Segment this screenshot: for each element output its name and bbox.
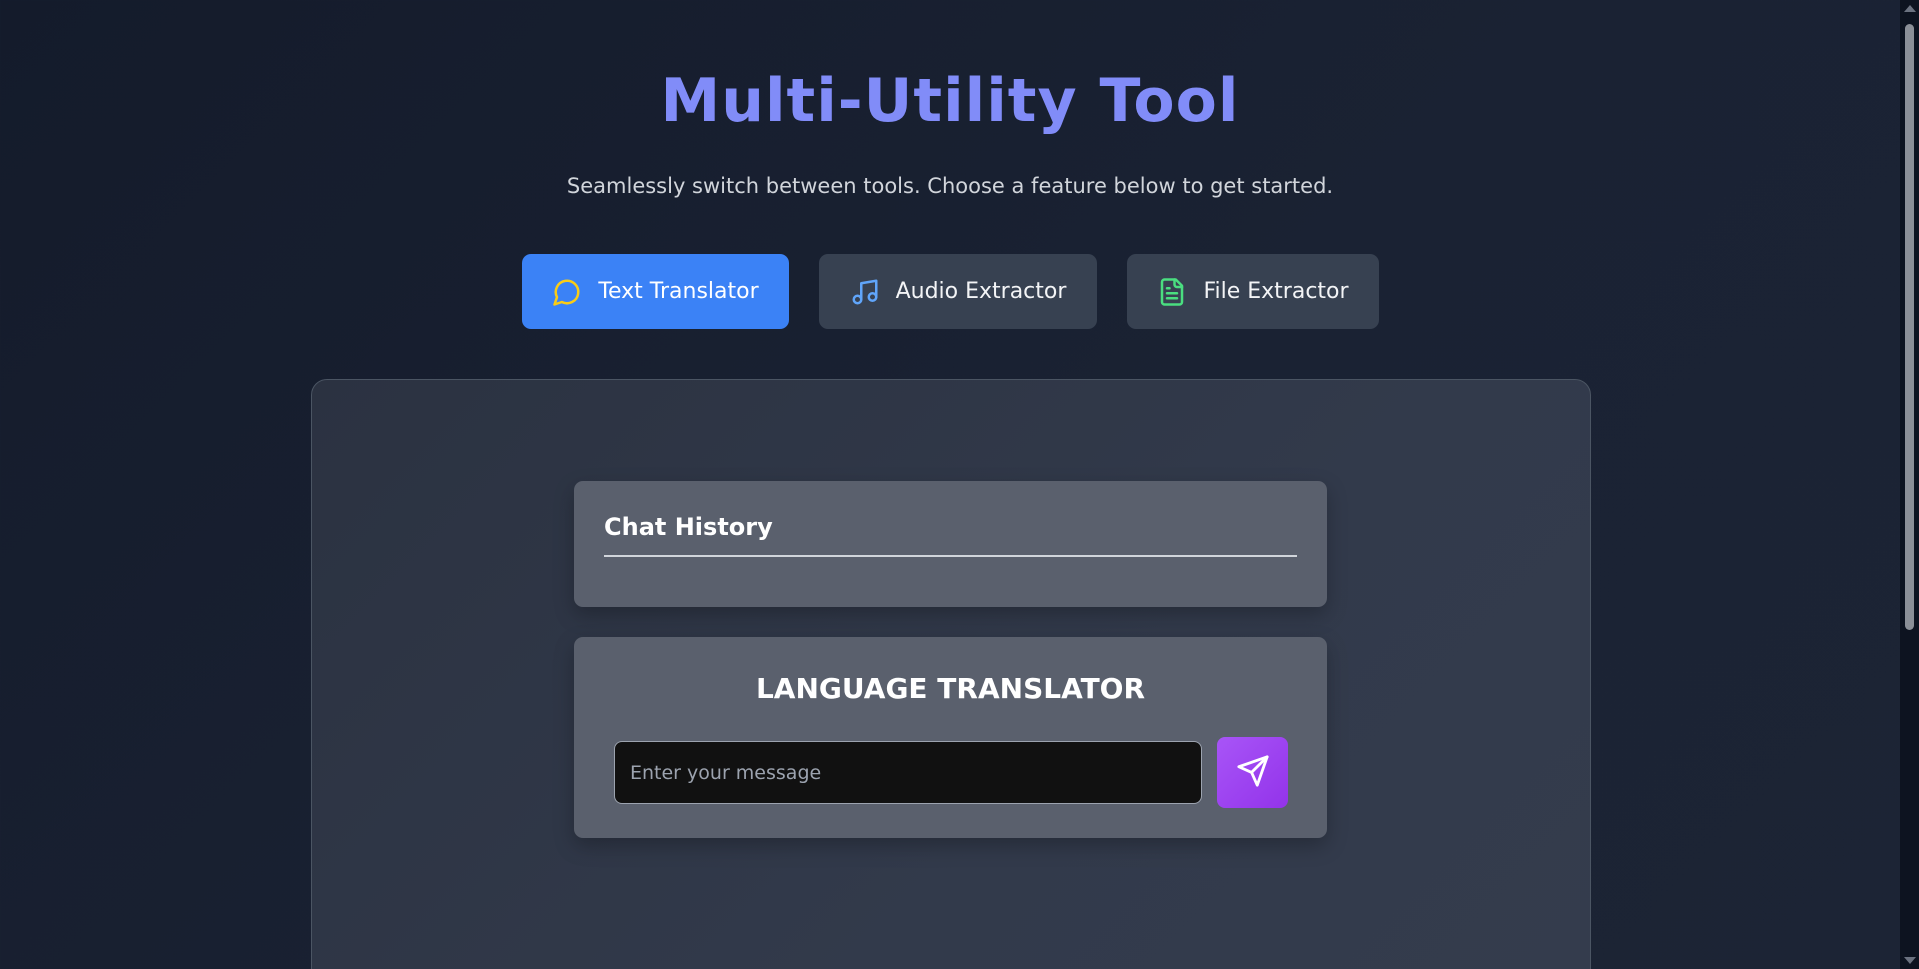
message-input[interactable] xyxy=(614,741,1202,804)
tool-tabs: Text Translator Audio Extractor File Ext… xyxy=(0,254,1900,329)
tab-label: Audio Extractor xyxy=(895,279,1067,304)
chat-history-title: Chat History xyxy=(604,513,773,541)
app-page: Multi-Utility Tool Seamlessly switch bet… xyxy=(0,0,1900,969)
scrollbar-thumb[interactable] xyxy=(1905,24,1914,630)
send-icon xyxy=(1236,754,1270,792)
translator-card: LANGUAGE TRANSLATOR xyxy=(574,637,1327,838)
tab-label: Text Translator xyxy=(598,279,759,304)
tab-text-translator[interactable]: Text Translator xyxy=(522,254,789,329)
vertical-scrollbar[interactable] xyxy=(1900,0,1919,969)
translator-title: LANGUAGE TRANSLATOR xyxy=(755,672,1146,705)
send-button[interactable] xyxy=(1217,737,1288,808)
tab-file-extractor[interactable]: File Extractor xyxy=(1127,254,1379,329)
page-subtitle: Seamlessly switch between tools. Choose … xyxy=(566,174,1334,198)
chat-bubble-icon xyxy=(552,277,582,307)
tab-label: File Extractor xyxy=(1203,279,1349,304)
music-note-icon xyxy=(850,277,880,307)
divider xyxy=(604,555,1297,557)
document-icon xyxy=(1157,277,1187,307)
scroll-down-arrow-icon[interactable] xyxy=(1904,957,1916,964)
chat-history-card: Chat History xyxy=(574,481,1327,607)
scroll-up-arrow-icon[interactable] xyxy=(1904,5,1916,12)
page-title: Multi-Utility Tool xyxy=(660,66,1240,136)
tab-audio-extractor[interactable]: Audio Extractor xyxy=(819,254,1097,329)
